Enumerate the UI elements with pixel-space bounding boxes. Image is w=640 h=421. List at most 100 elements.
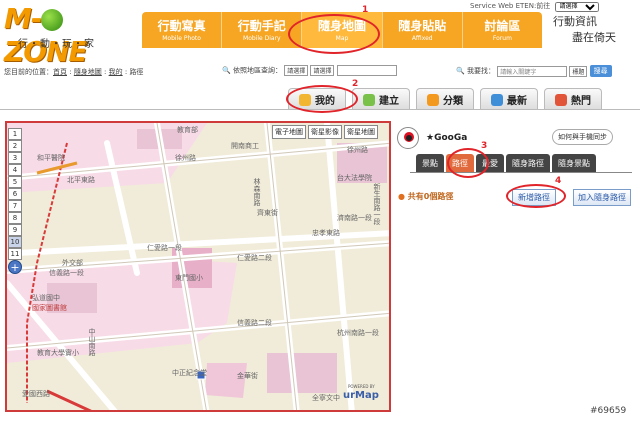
logo-tagline: 行・動・玩・家: [18, 39, 95, 50]
hot-icon: [555, 93, 567, 106]
zoom-level[interactable]: 11: [8, 248, 22, 260]
map-label: 全寧文中: [312, 394, 340, 402]
map-label: 新生南路一段: [373, 183, 381, 225]
map-label: 東門國小: [175, 274, 203, 282]
eten-label: Service Web ETEN:前往: [470, 2, 551, 10]
zoom-level[interactable]: 6: [8, 188, 22, 200]
map-label: 信義路一段: [49, 269, 84, 277]
eten-service: Service Web ETEN:前往 請選擇: [470, 1, 640, 12]
nav-photo[interactable]: 行動寫真 Mobile Photo: [142, 12, 223, 48]
map-label: 齊東街: [257, 209, 278, 217]
zoom-level[interactable]: 7: [8, 200, 22, 212]
map-label: 徐州路: [175, 154, 196, 162]
search-row: 您目前的位置：首頁 : 隨身地圖 : 我的 : 路徑 🔍 依照地區查詢： 請選擇…: [0, 65, 640, 79]
map-label: 教育部: [177, 126, 198, 134]
map-label: 中山南路: [88, 328, 96, 356]
find-label: 我要找：: [466, 67, 495, 75]
map-label: 徐州路: [347, 146, 368, 154]
panel-tabs: 景點 路徑 最愛 隨身路徑 隨身景點: [416, 154, 596, 172]
tab-hot[interactable]: 熱門: [544, 88, 602, 110]
zoom-level-selected[interactable]: 10: [8, 236, 22, 248]
map-label: 北平東路: [67, 176, 95, 184]
annotation-number: 3: [481, 141, 488, 151]
map-label: 台大法學院: [337, 174, 372, 182]
map-label: 中正紀念堂: [172, 369, 207, 377]
eten-service-select[interactable]: 請選擇: [554, 2, 599, 12]
search-keyword-icon: 🔍: [456, 67, 465, 75]
map-type-switch: 電子地圖 衛星影像 衛星地圖: [272, 125, 378, 139]
map-label: 教育大學實小: [37, 349, 79, 357]
breadcrumb-current: 路徑: [129, 68, 144, 76]
ball-icon: [41, 9, 64, 31]
tab-category[interactable]: 分類: [416, 88, 474, 110]
breadcrumb-home[interactable]: 首頁: [53, 68, 67, 76]
region-select-2[interactable]: 請選擇: [310, 65, 335, 76]
zoom-level[interactable]: 4: [8, 164, 22, 176]
image-watermark: #69659: [590, 406, 627, 416]
sync-help-button[interactable]: 如何與手機同步: [552, 129, 613, 145]
map-type-satellite[interactable]: 衛星影像: [308, 125, 342, 139]
region-label: 依照地區查詢：: [232, 66, 282, 75]
map-label: 開南商工: [231, 142, 259, 150]
search-button[interactable]: 搜尋: [589, 65, 612, 77]
breadcrumb-map[interactable]: 隨身地圖: [74, 68, 102, 76]
tab-create[interactable]: 建立: [352, 88, 410, 110]
panel-tab-divider: [410, 172, 632, 173]
map-label: 忠孝東路: [312, 229, 340, 237]
map-type-electronic[interactable]: 電子地圖: [272, 125, 306, 139]
zoom-level[interactable]: 5: [8, 176, 22, 188]
create-icon: [363, 93, 375, 106]
annotation-number: 1: [362, 5, 369, 15]
latest-icon: [491, 93, 503, 106]
map-label: 仁愛路二段: [237, 254, 272, 262]
avatar[interactable]: [397, 127, 419, 149]
annotation-number: 4: [555, 176, 562, 186]
powered-by-label: POWERED BY: [348, 384, 375, 389]
zoom-level[interactable]: 3: [8, 152, 22, 164]
region-search: 🔍 依照地區查詢： 請選擇 請選擇: [222, 65, 397, 76]
nav-affixed[interactable]: 隨身貼貼 Affixed: [383, 12, 463, 48]
zoom-level[interactable]: 9: [8, 224, 22, 236]
urmap-logo: urMap: [343, 390, 379, 401]
highlight-ellipse-4: [506, 184, 566, 208]
region-text-input[interactable]: [336, 65, 397, 76]
nav-forum[interactable]: 討論區 Forum: [463, 12, 542, 48]
zoom-control: 1 2 3 4 5 6 7 8 9 10 11 +: [8, 128, 30, 274]
map-label: 和平醫院: [37, 154, 65, 162]
find-type-select[interactable]: 標題: [569, 65, 588, 77]
add-mobile-path-button[interactable]: 加入隨身路徑: [573, 189, 631, 206]
tab-spots[interactable]: 景點: [416, 154, 444, 172]
highlight-ellipse-3: [447, 148, 489, 178]
map-canvas[interactable]: 教育部 開南商工 徐州路 徐州路 台大法學院 和平醫院 北平東路 濟南路一段 林…: [5, 121, 391, 412]
map-label: 信義路二段: [237, 319, 272, 327]
annotation-number: 2: [352, 79, 359, 89]
zoom-level[interactable]: 1: [8, 128, 22, 140]
tab-mobile-spots[interactable]: 隨身景點: [552, 154, 596, 172]
highlight-ellipse-2: [286, 85, 358, 113]
path-count: ● 共有0個路徑: [398, 192, 454, 201]
region-select-1[interactable]: 請選擇: [284, 65, 309, 76]
info-icon: ●: [398, 192, 405, 201]
highlight-ellipse-1: [288, 14, 380, 54]
breadcrumb: 您目前的位置：首頁 : 隨身地圖 : 我的 : 路徑: [4, 68, 144, 76]
zoom-in-icon[interactable]: +: [8, 260, 22, 274]
handwritten-slogan-1: 行動資訊: [553, 15, 597, 28]
handwritten-slogan-2: 盡在倚天: [572, 31, 616, 44]
map-type-hybrid[interactable]: 衛星地圖: [344, 125, 378, 139]
category-icon: [427, 93, 439, 106]
map-label: 愛國西路: [22, 390, 50, 398]
username[interactable]: ★GooGa: [426, 133, 467, 143]
zoom-level[interactable]: 8: [8, 212, 22, 224]
map-label: 國家圖書館: [32, 304, 67, 312]
breadcrumb-mine[interactable]: 我的: [109, 68, 123, 76]
map-label: 林森南路: [253, 178, 261, 206]
zoom-level[interactable]: 2: [8, 140, 22, 152]
keyword-input[interactable]: 請輸入關鍵字: [497, 65, 568, 77]
map-label: 外交部: [62, 259, 83, 267]
tab-latest[interactable]: 最新: [480, 88, 538, 110]
tab-mobile-paths[interactable]: 隨身路徑: [506, 154, 550, 172]
map-label: 金華街: [237, 372, 258, 380]
search-region-icon: 🔍: [222, 66, 231, 75]
site-logo[interactable]: M-ZONE 行・動・玩・家: [4, 2, 139, 68]
map-label: 弘道國中: [32, 294, 60, 302]
